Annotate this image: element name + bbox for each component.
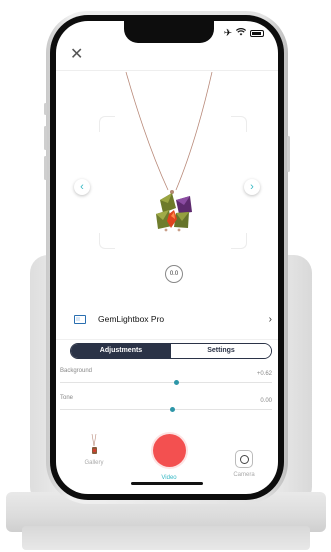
volume-down-button (44, 156, 47, 180)
chevron-right-icon: › (268, 313, 272, 325)
camera-label: Camera (233, 472, 255, 478)
background-track[interactable] (60, 382, 272, 383)
frame-corner-br (231, 233, 247, 249)
zoom-button[interactable]: 0.0 (165, 265, 183, 283)
video-label[interactable]: Video (149, 475, 189, 481)
gallery-thumbnail-icon (91, 433, 97, 454)
battery-icon (250, 30, 264, 37)
frame-corner-tl (99, 116, 115, 132)
record-button[interactable] (153, 434, 186, 467)
gallery-label: Gallery (84, 460, 104, 466)
previous-button[interactable]: ‹ (74, 179, 90, 195)
status-bar: ✈ (224, 28, 264, 39)
frame-corner-tr (231, 116, 247, 132)
device-selector[interactable]: GemLightbox Pro › (68, 306, 278, 332)
tab-settings[interactable]: Settings (171, 344, 271, 358)
camera-button[interactable]: Camera (224, 450, 264, 478)
phone-bezel: ✈ ✕ ‹ › 0.0 GemLightbox Pro › Adjustment… (50, 15, 284, 500)
background-value: +0.62 (256, 371, 272, 377)
close-button[interactable]: ✕ (70, 47, 83, 63)
wifi-icon (235, 28, 247, 39)
background-slider-knob[interactable] (174, 380, 179, 385)
chevron-right-icon: › (250, 181, 254, 193)
gallery-button[interactable]: Gallery (74, 433, 114, 466)
device-name: GemLightbox Pro (98, 314, 165, 324)
camera-icon (235, 450, 253, 468)
next-button[interactable]: › (244, 179, 260, 195)
phone-frame: ✈ ✕ ‹ › 0.0 GemLightbox Pro › Adjustment… (44, 11, 290, 504)
volume-up-button (44, 126, 47, 150)
pendant-preview-image (125, 72, 213, 232)
product-photo: ✈ ✕ ‹ › 0.0 GemLightbox Pro › Adjustment… (0, 0, 331, 552)
stand-base (22, 526, 310, 550)
tab-adjustments[interactable]: Adjustments (71, 344, 171, 358)
home-indicator (131, 482, 203, 485)
mute-switch (44, 103, 47, 115)
frame-corner-bl (99, 233, 115, 249)
tone-slider-knob[interactable] (170, 407, 175, 412)
airplane-icon: ✈ (223, 28, 232, 39)
tone-value: 0.00 (260, 398, 272, 404)
mode-tabs: Adjustments Settings (70, 343, 272, 359)
chevron-left-icon: ‹ (80, 181, 84, 193)
lightbox-icon (74, 314, 86, 324)
header-divider (56, 70, 278, 71)
tone-label: Tone (60, 395, 74, 401)
device-divider (56, 339, 278, 340)
tone-track[interactable] (60, 409, 272, 410)
notch (124, 21, 214, 43)
close-icon: ✕ (70, 46, 84, 63)
app-screen: ✈ ✕ ‹ › 0.0 GemLightbox Pro › Adjustment… (56, 21, 278, 494)
power-button (287, 136, 290, 172)
background-label: Background (60, 368, 93, 374)
